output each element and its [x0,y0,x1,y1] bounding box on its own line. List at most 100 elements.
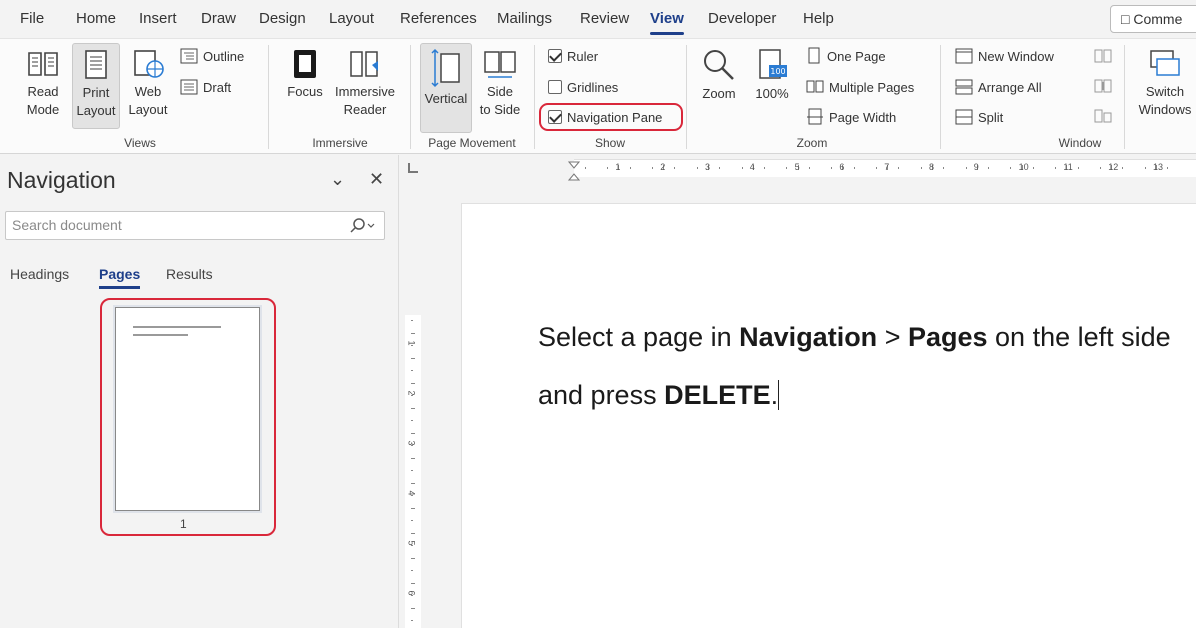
read-mode-line1: Read [27,84,59,99]
tab-insert[interactable]: Insert [139,10,177,27]
ruler-number: 6 [406,590,417,596]
close-icon[interactable]: ✕ [369,169,384,190]
navigation-pane-check-icon[interactable] [548,110,562,124]
tab-developer[interactable]: Developer [708,10,776,27]
web-icon [134,50,164,78]
outline-icon [180,48,198,64]
print-layout-button[interactable]: Print Layout [72,43,120,129]
reset-window-position-icon[interactable] [1094,109,1112,123]
search-icon[interactable] [350,218,376,234]
document-text[interactable]: Select a page in Navigation > Pages on t… [538,308,1178,424]
vertical-ruler[interactable]: 1 2 3 4 5 6 [400,180,426,628]
zoom-100-button[interactable]: 100 100% [748,43,796,129]
split-button[interactable]: Split [955,106,1003,128]
page-thumbnail[interactable] [115,307,260,511]
immersive-reader-line1: Immersive [335,84,395,99]
group-separator [940,45,941,149]
ruler-tick [1055,167,1057,169]
ruler-tick [943,167,945,169]
outline-button[interactable]: Outline [180,45,244,67]
switch-windows-line1: Switch [1145,84,1185,99]
vertical-scroll-icon [431,48,460,88]
ruler-number: 3 [406,440,417,446]
nav-tab-results[interactable]: Results [166,266,213,282]
synchronous-scrolling-icon[interactable] [1094,79,1112,93]
web-layout-line1: Web [134,84,162,99]
tab-mailings[interactable]: Mailings [497,10,552,27]
tab-layout[interactable]: Layout [329,10,374,27]
page-width-button[interactable]: Page Width [806,106,896,128]
comments-button[interactable]: □ Comme [1110,5,1196,33]
navigation-pane: Navigation ⌄ ✕ Headings Pages Results 1 [0,155,399,628]
split-icon [955,109,973,125]
ruler-tick [876,167,877,169]
tab-draw[interactable]: Draw [201,10,236,27]
ruler-number: 2 [660,162,666,172]
indent-marker-icon[interactable] [568,161,580,181]
tab-design[interactable]: Design [259,10,306,27]
focus-label: Focus [287,84,323,99]
magnifier-icon [704,50,734,80]
ruler-tick [411,407,415,409]
group-separator [268,45,269,149]
ruler-label: Ruler [567,48,599,64]
multiple-pages-button[interactable]: Multiple Pages [806,76,914,98]
print-layout-line2: Layout [76,103,116,118]
ruler-tick [898,167,900,169]
ruler-check-icon[interactable] [548,49,562,63]
window-group-label: Window [1058,136,1102,150]
navigation-pane-checkbox[interactable]: Navigation Pane [548,106,662,128]
tab-references[interactable]: References [400,10,477,27]
ruler-tick [411,332,415,334]
outline-label: Outline [203,48,245,64]
tab-review[interactable]: Review [580,10,629,27]
focus-button[interactable]: Focus [282,43,328,129]
tab-home[interactable]: Home [76,10,116,27]
nav-tab-headings[interactable]: Headings [10,266,69,282]
one-page-button[interactable]: One Page [806,45,886,67]
arrange-all-button[interactable]: Arrange All [955,76,1042,98]
tab-selector-icon[interactable] [408,163,418,173]
nav-tab-pages[interactable]: Pages [99,266,141,289]
tab-file[interactable]: File [20,10,44,27]
side-to-side-line1: Side [486,84,514,99]
ruler-tick [411,570,413,571]
horizontal-ruler[interactable]: 1 2 3 4 5 6 7 8 9 10 11 12 13 [400,155,1196,181]
zoom-button[interactable]: Zoom [696,43,742,129]
gridlines-check-icon[interactable] [548,80,562,94]
switch-windows-icon [1150,50,1180,76]
group-separator [1124,45,1125,149]
views-group-label: Views [124,136,156,150]
search-document-box[interactable] [5,211,385,240]
web-layout-button[interactable]: Web Layout [124,43,172,129]
ruler-tick [808,167,810,169]
gridlines-checkbox[interactable]: Gridlines [548,76,618,98]
draft-button[interactable]: Draft [180,76,231,98]
draft-label: Draft [203,79,232,95]
side-to-side-button[interactable]: Side to Side [476,43,524,129]
new-window-icon [955,48,973,64]
ruler-tick [1077,167,1079,169]
ruler-tick [411,607,415,609]
switch-windows-button[interactable]: Switch Windows [1134,43,1196,129]
thumbnail-text-line [133,326,221,328]
doc-text-part: > [877,322,908,352]
vertical-button[interactable]: Vertical [420,43,472,133]
immersive-reader-button[interactable]: Immersive Reader [332,43,398,129]
tab-view[interactable]: View [650,10,684,35]
ribbon: Read Mode Print Layout Web Layout Outlin… [0,38,1196,154]
new-window-button[interactable]: New Window [955,45,1054,67]
ruler-tick [1144,167,1146,169]
view-side-by-side-icon[interactable] [1094,49,1112,63]
ruler-tick [607,167,609,169]
tab-help[interactable]: Help [803,10,834,27]
read-mode-button[interactable]: Read Mode [20,43,66,129]
ruler-tick [786,167,788,169]
doc-bold-navigation: Navigation [739,322,878,352]
ruler-number: 13 [1153,162,1164,172]
ruler-number: 1 [406,340,417,346]
chevron-down-icon[interactable]: ⌄ [330,169,345,190]
ruler-tick [764,167,765,169]
search-input[interactable] [6,212,336,238]
ruler-checkbox[interactable]: Ruler [548,45,598,67]
